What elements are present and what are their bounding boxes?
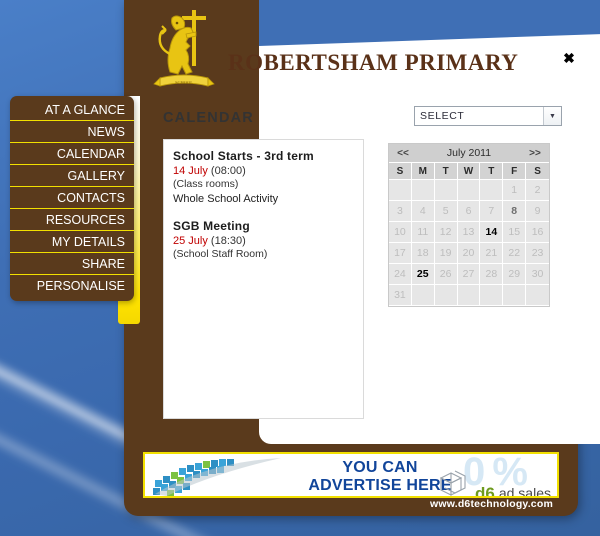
calendar-day-empty	[457, 285, 481, 306]
header-curve-decoration	[259, 0, 600, 46]
calendar-day[interactable]: 23	[526, 243, 549, 264]
event-location: (Class rooms)	[173, 178, 239, 191]
calendar-day[interactable]: 10	[389, 222, 412, 243]
event-datetime: 14 July (08:00)	[173, 164, 355, 178]
sidebar-item-gallery[interactable]: GALLERY	[10, 165, 134, 187]
calendar-weekday-header: T	[434, 163, 458, 180]
calendar-day[interactable]: 25	[411, 264, 435, 285]
calendar-day-empty	[411, 180, 435, 201]
calendar-day[interactable]: 22	[503, 243, 527, 264]
calendar-weekday-header: F	[503, 163, 527, 180]
calendar-day[interactable]: 4	[411, 201, 435, 222]
calendar-day[interactable]: 13	[457, 222, 481, 243]
sidebar-item-at-a-glance[interactable]: AT A GLANCE	[10, 99, 134, 121]
cube-logo-icon	[439, 470, 466, 496]
calendar-day-empty	[480, 180, 504, 201]
calendar-day[interactable]: 28	[480, 264, 504, 285]
sidebar-nav: AT A GLANCE NEWS CALENDAR GALLERY CONTAC…	[10, 96, 134, 301]
calendar-day[interactable]: 12	[434, 222, 458, 243]
event-time: (08:00)	[210, 165, 246, 177]
event-location: (School Staff Room)	[173, 248, 268, 261]
calendar-day[interactable]: 19	[434, 243, 458, 264]
select-value: SELECT	[420, 110, 465, 122]
calendar-day[interactable]: 11	[411, 222, 435, 243]
calendar-day[interactable]: 26	[434, 264, 458, 285]
sidebar-item-news[interactable]: NEWS	[10, 121, 134, 143]
calendar-day-empty	[526, 285, 549, 306]
calendar-day[interactable]: 24	[389, 264, 412, 285]
calendar-weekday-header: M	[411, 163, 435, 180]
calendar-day[interactable]: 27	[457, 264, 481, 285]
logo-d6-text: d6	[475, 484, 495, 498]
calendar-day[interactable]: 8	[503, 201, 527, 222]
calendar-day[interactable]: 1	[503, 180, 527, 201]
calendar-day[interactable]: 29	[503, 264, 527, 285]
calendar-weekday-header: T	[480, 163, 504, 180]
calendar-day[interactable]: 15	[503, 222, 527, 243]
close-icon[interactable]: ✖	[561, 50, 577, 66]
calendar-weekday-header: S	[389, 163, 412, 180]
sidebar-item-share[interactable]: SHARE	[10, 253, 134, 275]
event-date: 25 July	[173, 235, 208, 248]
calendar-day-empty	[434, 180, 458, 201]
calendar-nav: << July 2011 >>	[389, 144, 549, 163]
sidebar-item-contacts[interactable]: CONTACTS	[10, 187, 134, 209]
sidebar-item-calendar[interactable]: CALENDAR	[10, 143, 134, 165]
chevron-down-icon[interactable]: ▼	[543, 107, 561, 125]
event-title: SGB Meeting	[173, 219, 250, 234]
calendar-day-empty	[480, 285, 504, 306]
sidebar-item-resources[interactable]: RESOURCES	[10, 209, 134, 231]
sidebar-item-my-details[interactable]: MY DETAILS	[10, 231, 134, 253]
svg-text:SCHOOL: SCHOOL	[175, 80, 193, 85]
event-date: 14 July	[173, 165, 208, 177]
d6-ad-sales-logo: d6 ad sales	[435, 468, 551, 498]
calendar-day[interactable]: 9	[526, 201, 549, 222]
calendar-day[interactable]: 21	[480, 243, 504, 264]
app-root: SCHOOL ROBERTSHAM PRIMARY ✖ AT A GLANCE …	[0, 0, 600, 536]
events-panel: School Starts - 3rd term 14 July (08:00)…	[163, 139, 364, 419]
mosaic-swoosh-icon	[153, 458, 281, 496]
calendar-day[interactable]: 7	[480, 201, 504, 222]
sidebar-item-personalise[interactable]: PERSONALISE	[10, 275, 134, 297]
advertisement-banner[interactable]: 0 % YOU CAN ADVERTISE HERE d6 ad sales	[143, 452, 559, 498]
mini-calendar: << July 2011 >> S M T W T F S 1 2 3 4 5 6 7 8 9 10 11 12 13…	[388, 143, 550, 307]
calendar-day[interactable]: 17	[389, 243, 412, 264]
calendar-grid: S M T W T F S 1 2 3 4 5 6 7 8 9 10 11 12 13 14 15 16 17 18 19 20 21…	[389, 163, 549, 306]
calendar-day[interactable]: 20	[457, 243, 481, 264]
event-extra: Whole School Activity	[173, 192, 279, 205]
calendar-day-empty	[457, 180, 481, 201]
event-title: School Starts - 3rd term	[173, 149, 314, 163]
calendar-day[interactable]: 16	[526, 222, 549, 243]
event-datetime: 25 July (18:30)	[173, 234, 355, 248]
calendar-day[interactable]: 18	[411, 243, 435, 264]
banner-url: www.d6technology.com	[429, 498, 553, 510]
logo-adsales-text: ad sales	[498, 485, 551, 498]
calendar-day[interactable]: 5	[434, 201, 458, 222]
calendar-weekday-header: W	[457, 163, 481, 180]
calendar-day[interactable]: 30	[526, 264, 549, 285]
calendar-day[interactable]: 6	[457, 201, 481, 222]
calendar-day-empty	[411, 285, 435, 306]
calendar-day-empty	[503, 285, 527, 306]
calendar-month-label: July 2011	[446, 147, 492, 159]
calendar-weekday-header: S	[526, 163, 549, 180]
calendar-filter-select[interactable]: SELECT ▼	[414, 106, 562, 126]
calendar-day[interactable]: 2	[526, 180, 549, 201]
event-item[interactable]: School Starts - 3rd term 14 July (08:00)…	[173, 149, 355, 206]
calendar-day[interactable]: 31	[389, 285, 412, 306]
event-item[interactable]: SGB Meeting 25 July (18:30) (School Staf…	[173, 219, 355, 262]
section-heading-calendar: CALENDAR	[163, 110, 254, 126]
event-time: (18:30)	[210, 235, 246, 248]
page-title-school-name: ROBERTSHAM PRIMARY	[228, 50, 519, 75]
next-month-button[interactable]: >>	[521, 148, 549, 159]
calendar-day-empty	[389, 180, 412, 201]
calendar-day-empty	[434, 285, 458, 306]
prev-month-button[interactable]: <<	[389, 148, 417, 159]
calendar-day[interactable]: 3	[389, 201, 412, 222]
lion-crest-icon: SCHOOL	[153, 10, 215, 87]
calendar-day[interactable]: 14	[480, 222, 504, 243]
